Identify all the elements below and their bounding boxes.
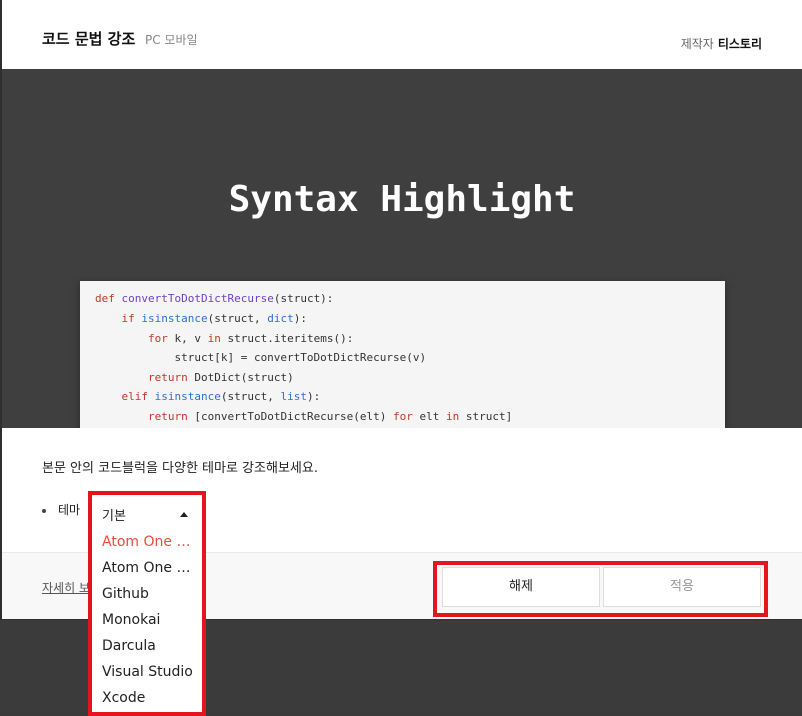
theme-option[interactable]: Visual Studio	[102, 660, 198, 684]
modal-title: 코드 문법 강조	[42, 30, 136, 48]
maker-name: 티스토리	[717, 37, 762, 51]
caret-up-icon	[180, 512, 188, 517]
code-line: return DotDict(struct)	[147, 371, 294, 384]
preview-area: Syntax Highlight def convertToDotDictRec…	[2, 69, 802, 428]
theme-option[interactable]: Atom One Light	[102, 556, 198, 580]
highlight-box-buttons	[433, 561, 768, 617]
theme-option[interactable]: Xcode	[102, 686, 198, 710]
maker-label: 제작자	[680, 37, 714, 51]
modal-subtitle: PC 모바일	[145, 33, 198, 47]
bullet	[42, 508, 46, 513]
theme-select[interactable]: 기본	[92, 503, 202, 524]
code-line: if isinstance(struct, dict):	[121, 312, 307, 325]
plugin-description: 본문 안의 코드블럭을 다양한 테마로 강조해보세요.	[42, 461, 318, 476]
code-line: elif isinstance(struct, list):	[121, 390, 321, 403]
theme-dropdown[interactable]: 기본 Atom One Dark Atom One Light Github M…	[88, 491, 206, 716]
code-line: for k, v in struct.iteritems():	[147, 332, 354, 345]
code-sample: def convertToDotDictRecurse(struct): if …	[80, 281, 725, 428]
modal-header: 코드 문법 강조 PC 모바일 제작자 티스토리	[2, 0, 802, 69]
theme-option[interactable]: Monokai	[102, 608, 198, 632]
theme-option[interactable]: Github	[102, 582, 198, 606]
theme-option[interactable]: Darcula	[102, 634, 198, 658]
code-line: def convertToDotDictRecurse(struct):	[95, 292, 334, 305]
theme-selected: 기본	[102, 509, 126, 524]
theme-option[interactable]: Atom One Dark	[102, 530, 198, 554]
code-line: return [convertToDotDictRecurse(elt) for…	[147, 410, 513, 423]
maker-info: 제작자 티스토리	[681, 35, 762, 52]
theme-row: 테마	[42, 501, 80, 518]
hero-text: Syntax Highlight	[228, 179, 576, 220]
code-line: struct[k] = convertToDotDictRecurse(v)	[95, 351, 427, 364]
theme-label: 테마	[58, 503, 81, 517]
